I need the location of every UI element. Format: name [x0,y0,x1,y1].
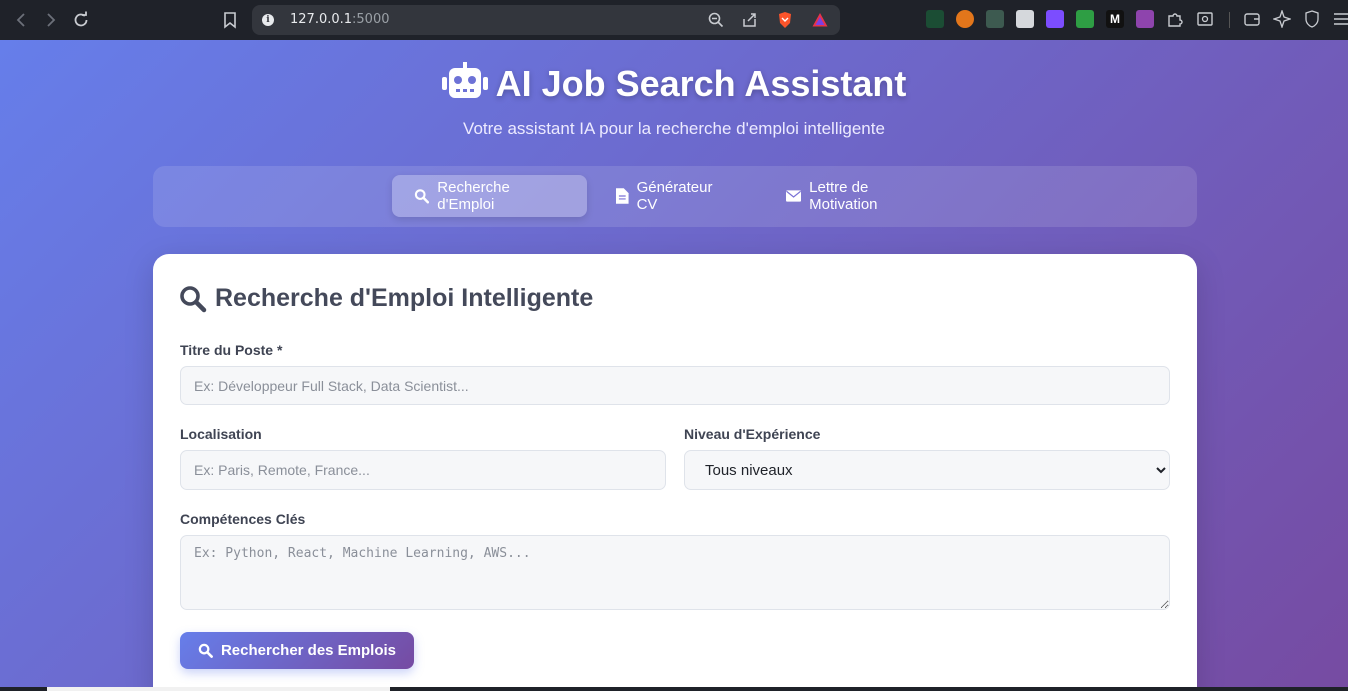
bookmark-icon[interactable] [220,10,240,30]
reload-icon[interactable] [71,10,91,30]
share-icon[interactable] [741,11,759,29]
page-subtitle: Votre assistant IA pour la recherche d'e… [463,119,885,138]
vpn-icon[interactable] [1303,10,1321,28]
search-icon [198,643,213,658]
taskbar-active-segment [47,687,390,691]
job-search-card: Recherche d'Emploi Intelligente Titre du… [153,254,1197,687]
metamask-icon[interactable] [956,10,974,28]
brave-rewards-icon[interactable] [811,11,829,29]
tab-cv-generator-label: Générateur CV [636,179,713,213]
url-text[interactable]: 127.0.0.1:5000 [290,12,390,27]
extension-icon-download-green[interactable] [1076,10,1094,28]
extension-icon-1[interactable] [926,10,944,28]
tab-job-search-label: Recherche d'Emploi [437,179,510,213]
extension-icon-bag[interactable] [1136,10,1154,28]
address-bar[interactable]: i 127.0.0.1:5000 [252,5,840,35]
search-icon [180,285,207,312]
tab-cover-letter-label: Lettre de Motivation [809,179,878,213]
robot-icon [441,62,488,109]
reader-mode-icon[interactable] [1196,10,1214,28]
experience-select[interactable]: Tous niveaux [684,450,1170,490]
tab-job-search[interactable]: Recherche d'Emploi [392,175,587,217]
tab-bar: Recherche d'Emploi Générateur CV Lettre … [153,166,1197,227]
browser-toolbar: i 127.0.0.1:5000 M [0,0,1348,40]
tab-cover-letter[interactable]: Lettre de Motivation [764,175,956,217]
wallet-icon[interactable] [1243,10,1261,28]
skills-label: Compétences Clés [180,511,306,527]
experience-label: Niveau d'Expérience [684,426,821,442]
section-title: Recherche d'Emploi Intelligente [179,284,593,313]
extension-icon-doc[interactable] [1016,10,1034,28]
extension-icon-download-purple[interactable] [1046,10,1064,28]
search-jobs-button[interactable]: Rechercher des Emplois [180,632,414,669]
site-info-icon[interactable]: i [262,14,274,26]
envelope-icon [786,190,802,202]
taskbar-strip [0,687,1348,691]
forward-icon[interactable] [40,10,60,30]
brave-shield-icon[interactable] [776,11,794,29]
job-title-input[interactable] [180,366,1170,405]
location-label: Localisation [180,426,262,442]
search-jobs-button-label: Rechercher des Emplois [220,642,397,659]
tab-cv-generator[interactable]: Générateur CV [594,175,756,217]
url-host: 127.0.0.1 [290,12,353,27]
page-title: AI Job Search Assistant [0,62,1348,109]
location-input[interactable] [180,450,666,490]
extensions-puzzle-icon[interactable] [1166,10,1184,28]
menu-icon[interactable] [1331,10,1348,28]
skills-textarea[interactable] [180,535,1170,610]
zoom-icon[interactable] [707,11,725,29]
file-icon [616,188,629,204]
extension-icon-m[interactable]: M [1106,10,1124,28]
extension-icon-chat[interactable] [986,10,1004,28]
url-port: :5000 [352,12,390,27]
page-viewport: AI Job Search Assistant Votre assistant … [0,40,1348,687]
section-title-text: Recherche d'Emploi Intelligente [215,284,594,312]
search-icon [414,189,430,204]
leo-ai-icon[interactable] [1273,10,1291,28]
back-icon[interactable] [12,10,32,30]
job-title-label: Titre du Poste * [180,342,283,358]
toolbar-divider [1229,12,1230,28]
page-title-text: AI Job Search Assistant [495,63,907,104]
